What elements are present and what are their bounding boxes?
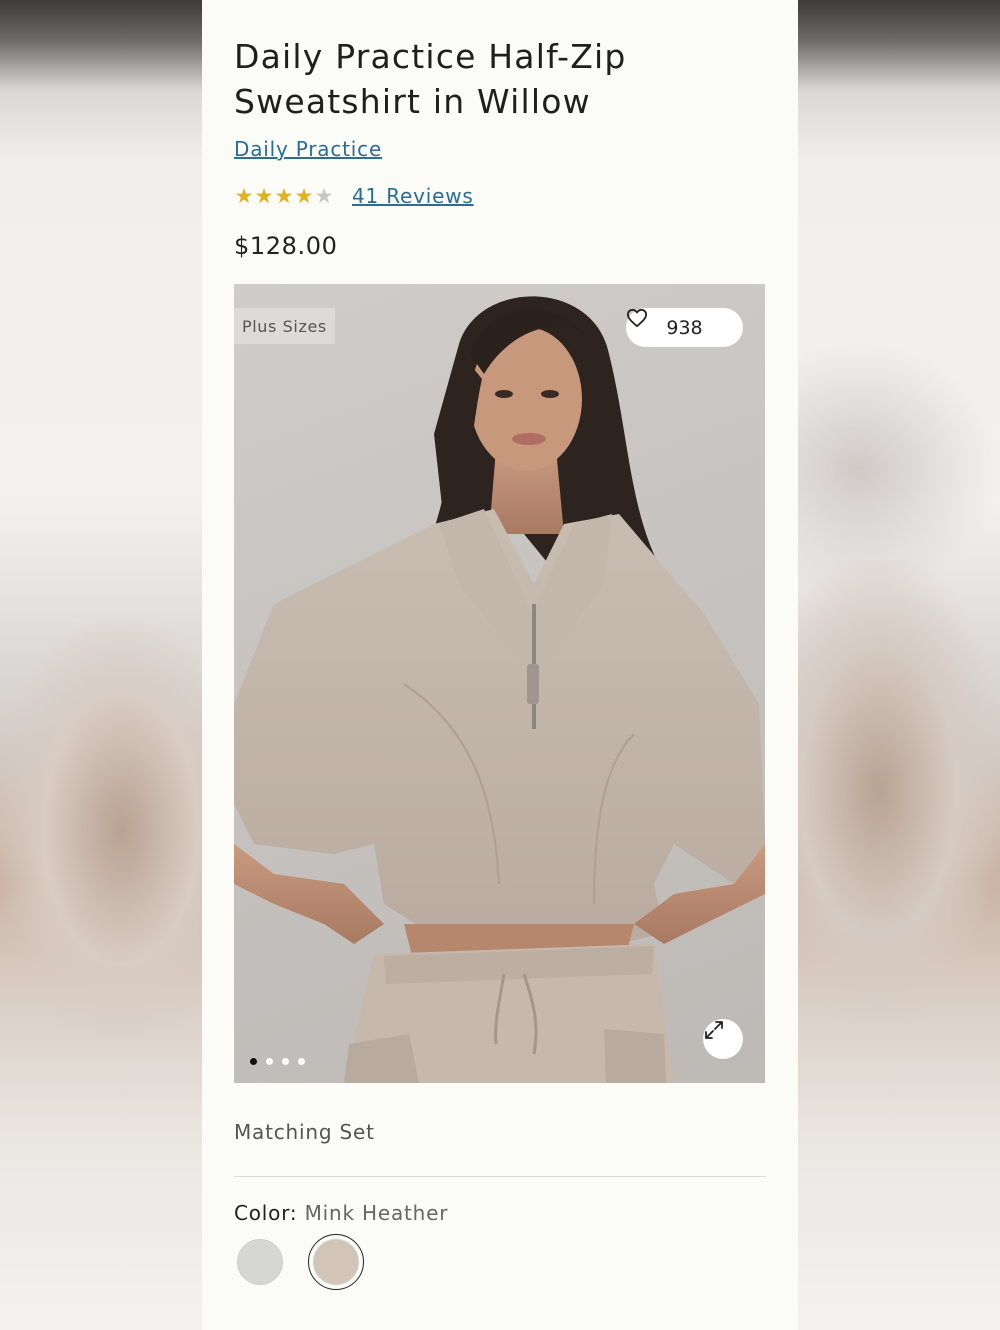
reviews-link[interactable]: 41 Reviews	[352, 184, 474, 208]
backdrop-blur-left	[0, 620, 202, 1040]
product-title-line1: Daily Practice Half-Zip	[234, 37, 627, 76]
carousel-dot[interactable]	[298, 1058, 305, 1065]
star-icon: ★	[274, 183, 294, 208]
expand-image-button[interactable]	[703, 1019, 743, 1059]
star-icon: ★	[254, 183, 274, 208]
carousel-dot[interactable]	[266, 1058, 273, 1065]
product-title-line2: Sweatshirt in Willow	[234, 82, 591, 121]
product-price: $128.00	[234, 232, 338, 260]
swatch-fill	[313, 1239, 359, 1285]
brand-link[interactable]: Daily Practice	[234, 137, 382, 161]
product-title: Daily Practice Half-Zip Sweatshirt in Wi…	[234, 34, 766, 124]
swatch-light-grey-heather[interactable]	[234, 1236, 286, 1288]
product-image[interactable]: Plus Sizes 938	[234, 284, 765, 1083]
star-rating: ★ ★ ★ ★ ★	[234, 183, 334, 208]
rating-row: ★ ★ ★ ★ ★ 41 Reviews	[234, 182, 766, 210]
divider	[234, 1176, 766, 1177]
star-icon: ★	[234, 183, 254, 208]
backdrop-blur-right	[798, 560, 1000, 1020]
carousel-dots	[250, 1058, 305, 1065]
product-panel: Daily Practice Half-Zip Sweatshirt in Wi…	[202, 0, 798, 1330]
expand-icon	[705, 1021, 723, 1039]
like-count: 938	[666, 316, 703, 339]
matching-set-label: Matching Set	[234, 1120, 375, 1144]
carousel-dot[interactable]	[250, 1058, 257, 1065]
plus-sizes-badge: Plus Sizes	[234, 308, 335, 344]
color-swatches	[234, 1234, 364, 1290]
carousel-dot[interactable]	[282, 1058, 289, 1065]
star-icon: ★	[294, 183, 314, 208]
like-button[interactable]: 938	[626, 308, 743, 347]
swatch-fill	[237, 1239, 283, 1285]
star-icon: ★	[314, 183, 334, 208]
color-row: Color: Mink Heather	[234, 1201, 766, 1225]
model-photo	[234, 296, 765, 1083]
heart-icon	[627, 308, 647, 328]
color-value: Mink Heather	[304, 1201, 449, 1225]
swatch-mink-heather[interactable]	[308, 1234, 364, 1290]
color-label: Color:	[234, 1201, 298, 1225]
